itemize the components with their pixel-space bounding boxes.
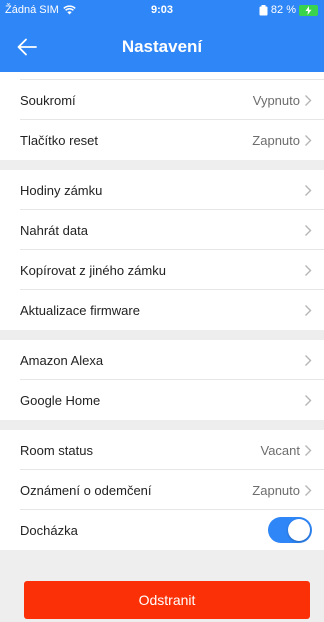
row-attendance: Docházka [0,510,324,550]
row-label: Aktualizace firmware [20,302,140,318]
row-label: Nahrát data [20,222,88,238]
charging-icon [299,4,318,16]
row-label: Google Home [20,392,101,408]
row-label: Tlačítko reset [20,132,99,148]
row-room-status[interactable]: Room status Vacant [0,430,324,470]
row-label: Oznámení o odemčení [20,482,152,498]
row-label: Amazon Alexa [20,352,104,368]
chevron-right-icon [305,304,312,316]
chevron-right-icon [305,264,312,276]
app-header: Žádná SIM 9:03 82 % Nastavení [0,0,324,72]
row-unlock-notification[interactable]: Oznámení o odemčení Zapnuto [0,470,324,510]
delete-button[interactable]: Odstranit [24,581,310,619]
settings-group-privacy: Soukromí Vypnuto Tlačítko reset Zapnuto [0,72,324,160]
chevron-right-icon [305,184,312,196]
chevron-right-icon [305,354,312,366]
chevron-right-icon [305,94,312,106]
battery-percent: 82 % [270,4,296,16]
row-google-home[interactable]: Google Home [0,380,324,420]
row-lock-clock[interactable]: Hodiny zámku [0,170,324,210]
section-gap [0,160,324,170]
row-label: Hodiny zámku [20,182,103,198]
nav-bar: Nastavení [0,26,324,66]
row-copy-from-lock[interactable]: Kopírovat z jiného zámku [0,250,324,290]
battery-info: 82 % [259,4,318,16]
page-title: Nastavení [121,37,203,56]
row-label: Docházka [20,522,78,538]
settings-group-lock: Hodiny zámku Nahrát data Kopírovat z jin… [0,170,324,330]
row-value: Vacant [260,442,300,458]
settings-group-assistants: Amazon Alexa Google Home [0,340,324,420]
chevron-right-icon [305,394,312,406]
partial-row [0,72,324,80]
battery-icon [259,4,268,15]
row-label: Kopírovat z jiného zámku [20,262,166,278]
chevron-right-icon [305,134,312,146]
section-gap [0,420,324,430]
row-label: Soukromí [20,92,76,108]
settings-group-room: Room status Vacant Oznámení o odemčení Z… [0,430,324,550]
settings-list: Soukromí Vypnuto Tlačítko reset Zapnuto … [0,72,324,550]
toggle-knob [288,519,310,541]
row-reset-button[interactable]: Tlačítko reset Zapnuto [0,120,324,160]
row-value: Zapnuto [252,132,300,148]
row-value: Vypnuto [252,92,300,108]
chevron-right-icon [305,444,312,456]
status-bar: Žádná SIM 9:03 82 % [0,0,324,22]
row-amazon-alexa[interactable]: Amazon Alexa [0,340,324,380]
attendance-toggle[interactable] [268,517,312,543]
section-gap [0,330,324,340]
row-firmware-update[interactable]: Aktualizace firmware [0,290,324,330]
chevron-right-icon [305,224,312,236]
row-upload-data[interactable]: Nahrát data [0,210,324,250]
row-label: Room status [20,442,93,458]
row-value: Zapnuto [252,482,300,498]
chevron-right-icon [305,484,312,496]
row-privacy[interactable]: Soukromí Vypnuto [0,80,324,120]
